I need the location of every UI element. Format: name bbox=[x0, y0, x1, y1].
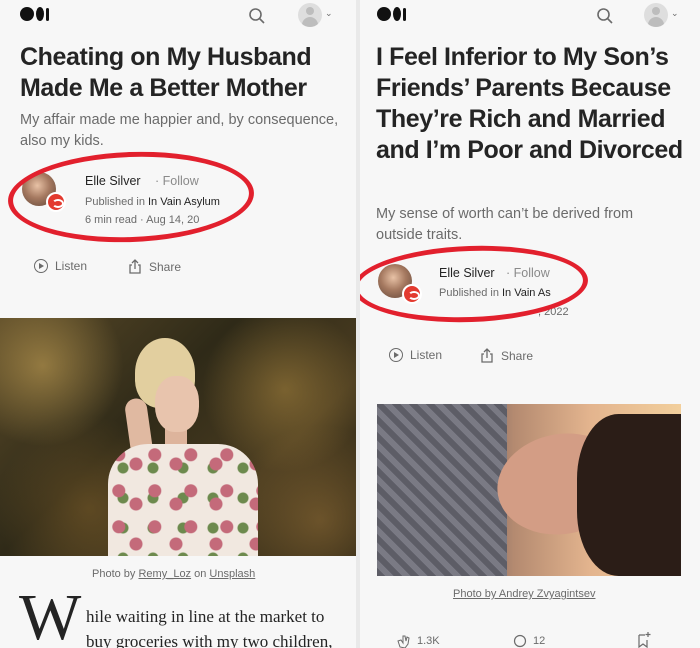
clap-count: 1.3K bbox=[417, 635, 440, 647]
share-icon bbox=[129, 259, 141, 274]
play-icon bbox=[389, 348, 403, 362]
top-bar: ⌄ bbox=[0, 0, 356, 36]
clap-icon bbox=[397, 635, 410, 648]
article-hero-image bbox=[377, 404, 681, 576]
article-subtitle: My affair made me happier and, by conseq… bbox=[20, 112, 339, 149]
search-icon[interactable] bbox=[247, 6, 267, 26]
share-button[interactable]: Share bbox=[480, 348, 533, 363]
medium-logo-icon[interactable] bbox=[20, 7, 49, 21]
photo-caption: Photo by Remy_Loz on Unsplash bbox=[92, 568, 256, 580]
photographer-link[interactable]: Remy_Loz bbox=[138, 568, 191, 580]
article-title: Cheating on My Husband Made Me a Better … bbox=[20, 43, 312, 102]
listen-button[interactable]: Listen bbox=[34, 259, 87, 273]
user-avatar-icon bbox=[298, 3, 322, 27]
listen-label: Listen bbox=[410, 348, 443, 362]
unsplash-link[interactable]: Unsplash bbox=[209, 568, 255, 580]
photo-caption-link[interactable]: Photo by Andrey Zvyagintsev bbox=[453, 588, 595, 600]
share-label: Share bbox=[149, 259, 182, 274]
share-label: Share bbox=[501, 348, 534, 363]
share-icon bbox=[481, 348, 493, 363]
top-bar: ⌄ bbox=[360, 0, 700, 36]
drop-cap: W bbox=[19, 581, 82, 648]
responses-button[interactable]: 12 bbox=[513, 634, 545, 648]
right-article-screenshot: ⌄ I Feel Inferior to My Son’s Friends’ P… bbox=[360, 0, 700, 648]
medium-logo-icon[interactable] bbox=[377, 7, 406, 21]
clap-button[interactable]: 1.3K bbox=[397, 634, 440, 648]
user-menu-button[interactable]: ⌄ bbox=[644, 3, 679, 27]
chevron-down-icon: ⌄ bbox=[671, 8, 679, 18]
body-text-line: hile waiting in line at the market to bbox=[86, 607, 325, 626]
chevron-down-icon: ⌄ bbox=[325, 8, 333, 18]
left-article-screenshot: ⌄ Cheating on My Husband Made Me a Bette… bbox=[0, 0, 356, 648]
article-title: I Feel Inferior to My Son’s Friends’ Par… bbox=[376, 43, 683, 164]
play-icon bbox=[34, 259, 48, 273]
comment-icon bbox=[513, 634, 527, 648]
body-text-line: buy groceries with my two children, bbox=[86, 632, 333, 648]
listen-label: Listen bbox=[55, 259, 88, 273]
listen-button[interactable]: Listen bbox=[389, 348, 442, 362]
user-menu-button[interactable]: ⌄ bbox=[298, 3, 333, 27]
share-button[interactable]: Share bbox=[128, 259, 181, 274]
article-subtitle: My sense of worth can’t be derived from … bbox=[376, 206, 634, 243]
response-count: 12 bbox=[533, 635, 546, 647]
article-hero-image bbox=[0, 318, 356, 556]
search-icon[interactable] bbox=[595, 6, 615, 26]
bookmark-add-icon[interactable] bbox=[637, 632, 651, 648]
user-avatar-icon bbox=[644, 3, 668, 27]
